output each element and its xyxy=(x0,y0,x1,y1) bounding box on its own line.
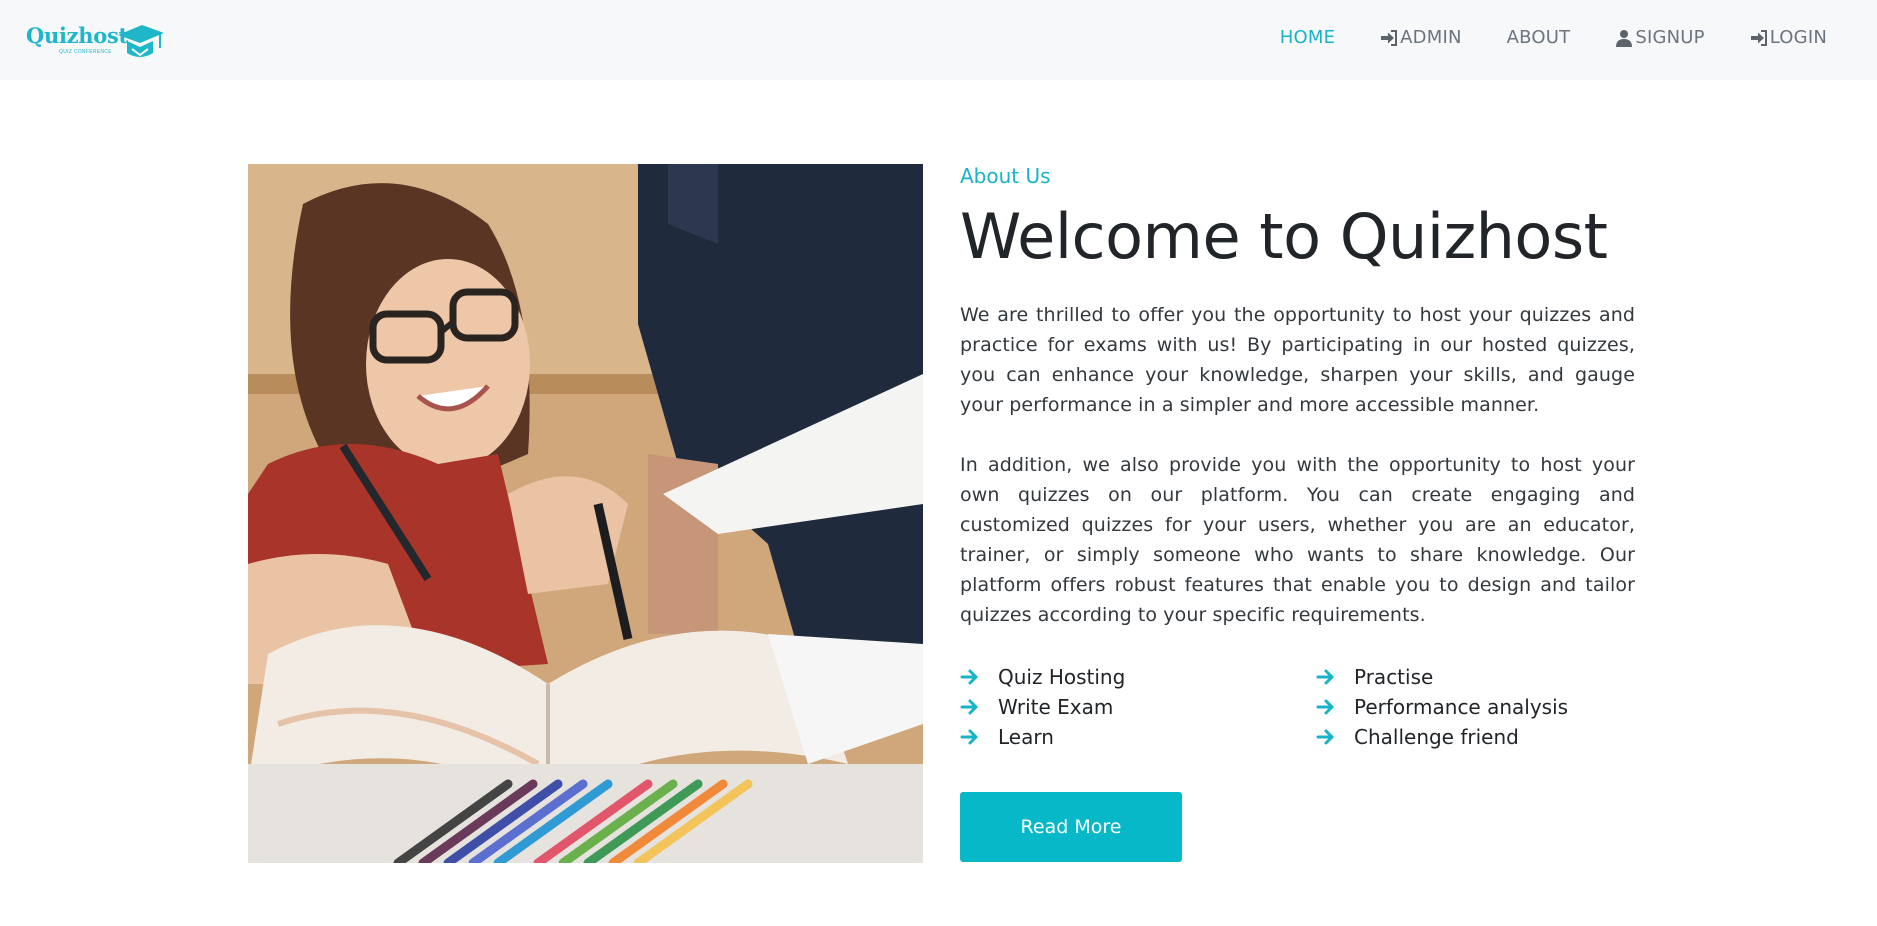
nav-about-label: ABOUT xyxy=(1506,27,1571,48)
feature-label: Learn xyxy=(998,725,1054,749)
students-studying-photo xyxy=(248,164,923,863)
nav-about[interactable]: ABOUT xyxy=(1507,27,1571,48)
feature-item: Learn xyxy=(960,722,1316,752)
about-paragraph-1: We are thrilled to offer you the opportu… xyxy=(960,304,1635,416)
nav-admin-label: ADMIN xyxy=(1400,27,1462,48)
feature-item: Quiz Hosting xyxy=(960,662,1316,692)
nav-home[interactable]: HOME xyxy=(1280,27,1335,48)
sign-in-icon xyxy=(1381,29,1398,46)
brand-tagline: QUIZ CONFERENCE xyxy=(59,49,112,55)
section-kicker: About Us xyxy=(960,164,1051,188)
main-nav: HOME ADMIN ABOUT SIGNUP LOGIN xyxy=(1235,27,1827,48)
brand-logo[interactable]: Quizhost QUIZ CONFERENCE xyxy=(26,21,166,61)
sign-in-icon xyxy=(1750,29,1767,46)
feature-item: Write Exam xyxy=(960,692,1316,722)
user-icon xyxy=(1616,29,1633,47)
feature-label: Write Exam xyxy=(998,695,1114,719)
page-title: Welcome to Quizhost xyxy=(960,200,1608,273)
nav-admin[interactable]: ADMIN xyxy=(1380,27,1461,48)
arrow-right-icon xyxy=(1316,699,1334,715)
nav-home-label: HOME xyxy=(1279,27,1336,48)
feature-label: Performance analysis xyxy=(1354,695,1569,719)
nav-login-label: LOGIN xyxy=(1769,27,1827,48)
navbar: Quizhost QUIZ CONFERENCE HOME ADMIN ABOU… xyxy=(0,0,1877,80)
nav-signup[interactable]: SIGNUP xyxy=(1615,27,1705,48)
graduation-cap-icon xyxy=(118,25,164,57)
feature-label: Practise xyxy=(1354,665,1434,689)
nav-signup-label: SIGNUP xyxy=(1635,27,1705,48)
arrow-right-icon xyxy=(960,699,978,715)
feature-item: Challenge friend xyxy=(1316,722,1636,752)
read-more-button[interactable]: Read More xyxy=(960,792,1182,862)
arrow-right-icon xyxy=(960,729,978,745)
about-paragraph-2: In addition, we also provide you with th… xyxy=(960,454,1635,626)
feature-label: Challenge friend xyxy=(1354,725,1519,749)
brand-name: Quizhost xyxy=(26,23,128,48)
about-section: About Us Welcome to Quizhost We are thri… xyxy=(960,164,1635,862)
arrow-right-icon xyxy=(960,669,978,685)
feature-list: Quiz Hosting Practise Write Exam Perform… xyxy=(960,662,1635,752)
arrow-right-icon xyxy=(1316,669,1334,685)
feature-item: Practise xyxy=(1316,662,1636,692)
feature-label: Quiz Hosting xyxy=(998,665,1126,689)
arrow-right-icon xyxy=(1316,729,1334,745)
nav-login[interactable]: LOGIN xyxy=(1750,27,1827,48)
feature-item: Performance analysis xyxy=(1316,692,1636,722)
